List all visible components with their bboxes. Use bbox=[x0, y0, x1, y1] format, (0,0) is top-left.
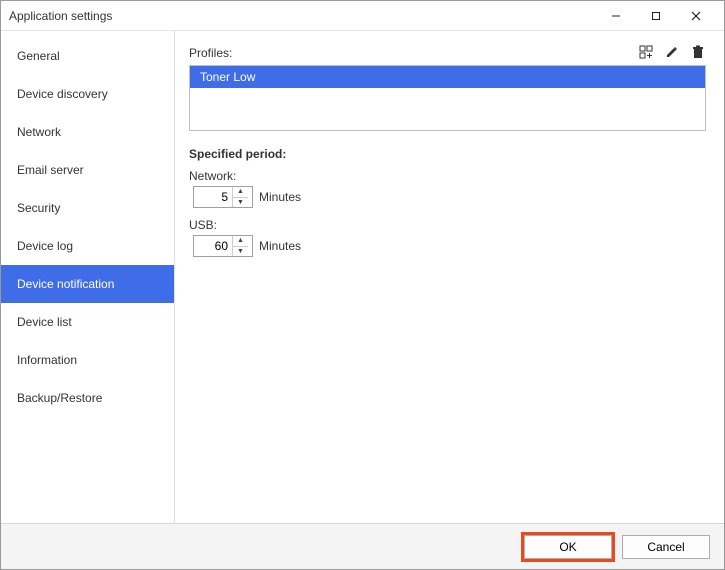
network-unit: Minutes bbox=[259, 190, 301, 204]
body: General Device discovery Network Email s… bbox=[1, 31, 724, 523]
settings-window: Application settings General Device disc… bbox=[0, 0, 725, 570]
profiles-label: Profiles: bbox=[189, 46, 638, 60]
ok-button[interactable]: OK bbox=[524, 535, 612, 559]
sidebar-item-backup-restore[interactable]: Backup/Restore bbox=[1, 379, 174, 417]
sidebar-item-label: General bbox=[17, 49, 60, 63]
sidebar-item-email-server[interactable]: Email server bbox=[1, 151, 174, 189]
spinner-up-button[interactable]: ▲ bbox=[233, 236, 248, 247]
usb-period-field: USB: ▲ ▼ Minutes bbox=[189, 218, 706, 257]
usb-label: USB: bbox=[189, 218, 706, 232]
button-label: Cancel bbox=[647, 540, 684, 554]
sidebar-item-label: Email server bbox=[17, 163, 84, 177]
profiles-toolbar bbox=[638, 45, 706, 61]
window-controls bbox=[596, 2, 716, 30]
sidebar-item-security[interactable]: Security bbox=[1, 189, 174, 227]
sidebar-item-label: Network bbox=[17, 125, 61, 139]
minimize-button[interactable] bbox=[596, 2, 636, 30]
edit-profile-button[interactable] bbox=[664, 45, 680, 61]
sidebar-item-label: Device log bbox=[17, 239, 73, 253]
spinner-up-button[interactable]: ▲ bbox=[233, 187, 248, 198]
network-label: Network: bbox=[189, 169, 706, 183]
chevron-up-icon: ▲ bbox=[237, 237, 244, 244]
sidebar-item-label: Device list bbox=[17, 315, 72, 329]
sidebar-item-device-log[interactable]: Device log bbox=[1, 227, 174, 265]
sidebar: General Device discovery Network Email s… bbox=[1, 31, 175, 523]
button-label: OK bbox=[559, 540, 576, 554]
sidebar-item-label: Security bbox=[17, 201, 60, 215]
profiles-header: Profiles: bbox=[189, 45, 706, 61]
main-panel: Profiles: bbox=[175, 31, 724, 523]
sidebar-item-information[interactable]: Information bbox=[1, 341, 174, 379]
titlebar: Application settings bbox=[1, 1, 724, 31]
sidebar-item-label: Device notification bbox=[17, 277, 114, 291]
trash-icon bbox=[691, 45, 705, 62]
usb-minutes-spinner[interactable]: ▲ ▼ bbox=[193, 235, 253, 257]
delete-profile-button[interactable] bbox=[690, 45, 706, 61]
spinner-down-button[interactable]: ▼ bbox=[233, 198, 248, 208]
add-profile-button[interactable] bbox=[638, 45, 654, 61]
sidebar-item-device-notification[interactable]: Device notification bbox=[1, 265, 174, 303]
window-title: Application settings bbox=[9, 9, 596, 23]
usb-minutes-input[interactable] bbox=[194, 236, 232, 256]
chevron-down-icon: ▼ bbox=[237, 199, 244, 206]
specified-period-title: Specified period: bbox=[189, 147, 706, 161]
chevron-up-icon: ▲ bbox=[237, 188, 244, 195]
sidebar-item-network[interactable]: Network bbox=[1, 113, 174, 151]
network-minutes-input[interactable] bbox=[194, 187, 232, 207]
sidebar-item-label: Backup/Restore bbox=[17, 391, 102, 405]
profiles-list[interactable]: Toner Low bbox=[189, 65, 706, 131]
sidebar-item-device-list[interactable]: Device list bbox=[1, 303, 174, 341]
pencil-icon bbox=[665, 45, 679, 62]
sidebar-item-label: Information bbox=[17, 353, 77, 367]
cancel-button[interactable]: Cancel bbox=[622, 535, 710, 559]
network-minutes-spinner[interactable]: ▲ ▼ bbox=[193, 186, 253, 208]
close-button[interactable] bbox=[676, 2, 716, 30]
profile-name: Toner Low bbox=[200, 70, 255, 84]
spinner-down-button[interactable]: ▼ bbox=[233, 247, 248, 257]
usb-unit: Minutes bbox=[259, 239, 301, 253]
maximize-button[interactable] bbox=[636, 2, 676, 30]
sidebar-item-general[interactable]: General bbox=[1, 37, 174, 75]
network-period-field: Network: ▲ ▼ Minutes bbox=[189, 169, 706, 208]
chevron-down-icon: ▼ bbox=[237, 248, 244, 255]
plus-grid-icon bbox=[639, 45, 653, 62]
sidebar-item-device-discovery[interactable]: Device discovery bbox=[1, 75, 174, 113]
footer: OK Cancel bbox=[1, 523, 724, 569]
sidebar-item-label: Device discovery bbox=[17, 87, 108, 101]
profile-row[interactable]: Toner Low bbox=[190, 66, 705, 88]
